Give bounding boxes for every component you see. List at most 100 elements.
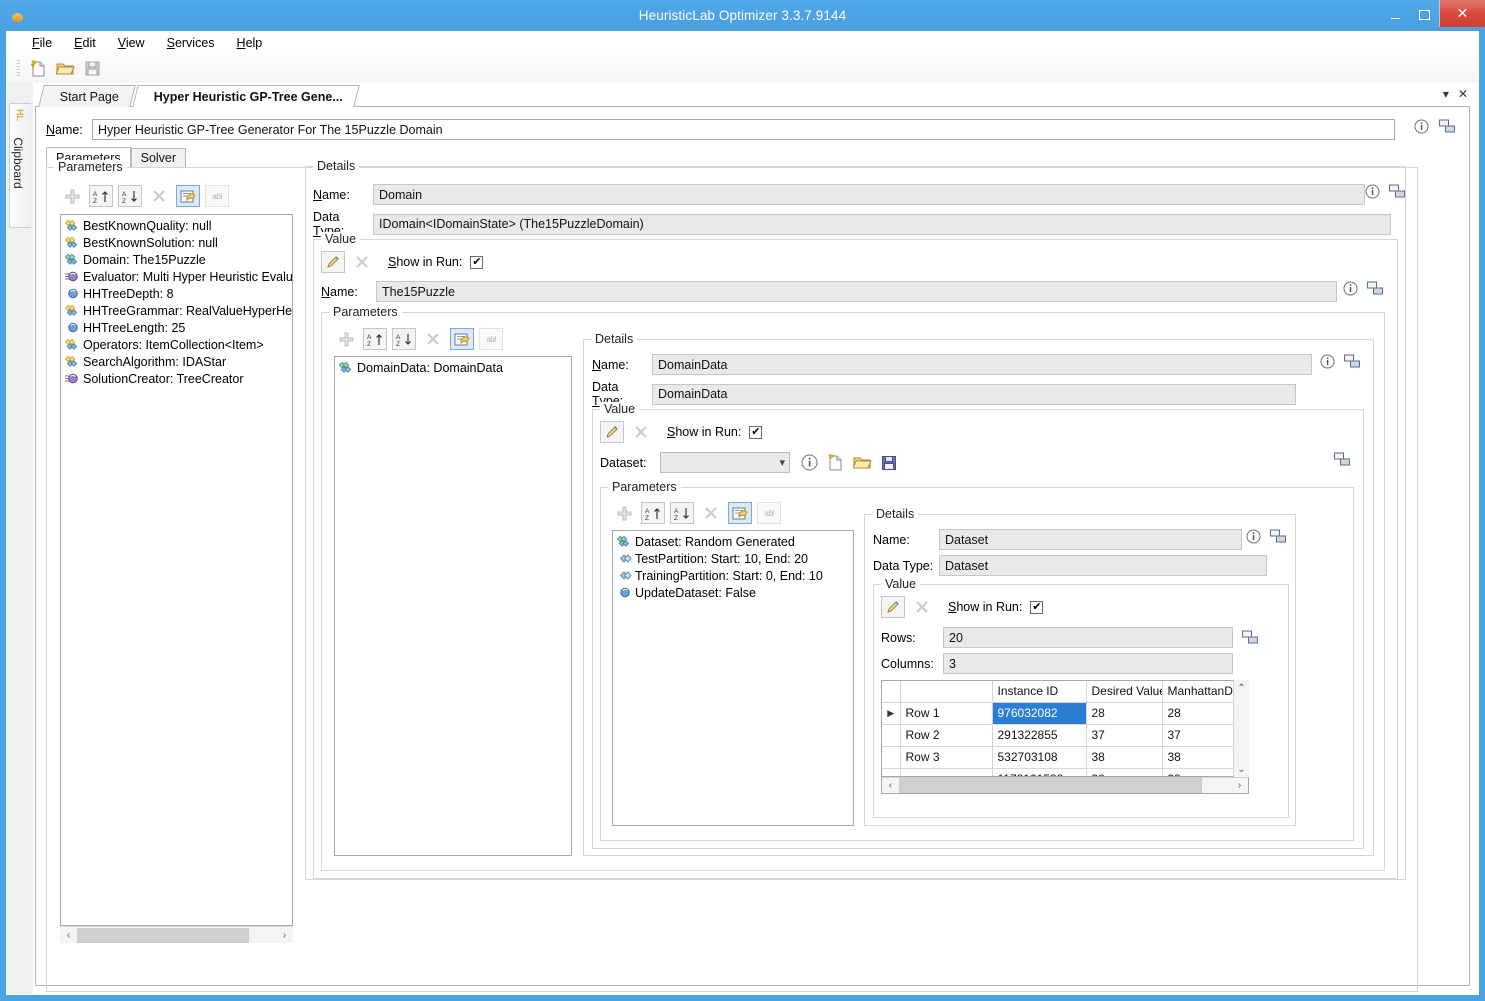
info-icon[interactable] bbox=[1343, 281, 1358, 296]
clear-value-button[interactable] bbox=[350, 251, 374, 273]
tree-node[interactable]: BestKnownSolution: null bbox=[61, 234, 292, 251]
table-cell[interactable]: 38 bbox=[1162, 746, 1240, 769]
column-header[interactable]: Desired Value bbox=[1086, 681, 1163, 703]
scroll-right-icon[interactable]: › bbox=[276, 927, 293, 944]
clipboard-panel-tab[interactable]: HL Clipboard bbox=[9, 103, 31, 228]
show-details-button[interactable] bbox=[176, 185, 200, 207]
rows-input[interactable]: 20 bbox=[943, 627, 1233, 648]
row-header-cell[interactable]: Row 1 bbox=[900, 702, 993, 725]
tree-node[interactable]: Domain: The15Puzzle bbox=[61, 251, 292, 268]
dataset-export-icon[interactable] bbox=[1334, 452, 1351, 467]
sort-descending-button[interactable]: A Z bbox=[392, 328, 416, 350]
show-details-button[interactable] bbox=[728, 502, 752, 524]
export-view-icon[interactable] bbox=[1242, 630, 1259, 645]
rename-abc-button[interactable]: abl bbox=[479, 328, 503, 350]
open-file-icon[interactable] bbox=[52, 57, 78, 81]
table-cell[interactable]: 1178101588 bbox=[992, 768, 1087, 776]
details-l2-name-input[interactable]: DomainData bbox=[652, 354, 1312, 375]
table-row[interactable]: Row 3 532703108 38 38 bbox=[882, 746, 1240, 769]
table-cell[interactable]: 28 bbox=[1086, 702, 1163, 725]
show-in-run-l3-checkbox[interactable]: ✔ bbox=[1030, 600, 1044, 614]
sort-descending-button[interactable]: A Z bbox=[670, 502, 694, 524]
new-file-icon[interactable] bbox=[25, 57, 51, 81]
info-icon[interactable] bbox=[1414, 119, 1429, 134]
edit-value-button[interactable] bbox=[881, 596, 905, 618]
table-cell[interactable]: 532703108 bbox=[992, 746, 1087, 769]
scroll-left-icon[interactable]: ‹ bbox=[60, 927, 77, 944]
table-cell[interactable]: 37 bbox=[1162, 724, 1240, 747]
tree-node[interactable]: SolutionCreator: TreeCreator bbox=[61, 370, 292, 387]
clear-value-button[interactable] bbox=[910, 596, 934, 618]
sort-descending-button[interactable]: A Z bbox=[118, 185, 142, 207]
value-l1-name-input[interactable]: The15Puzzle bbox=[376, 281, 1337, 302]
table-cell[interactable]: 291322855 bbox=[992, 724, 1087, 747]
menu-file[interactable]: File bbox=[21, 34, 63, 52]
column-header[interactable]: Instance ID bbox=[992, 681, 1087, 703]
tree-node[interactable]: DomainData: DomainData bbox=[335, 359, 571, 376]
menu-edit[interactable]: Edit bbox=[63, 34, 107, 52]
scroll-left-icon[interactable]: ‹ bbox=[882, 777, 899, 794]
info-icon[interactable] bbox=[1365, 184, 1380, 199]
export-view-icon[interactable] bbox=[1270, 529, 1287, 544]
table-cell[interactable]: 976032082 bbox=[992, 702, 1087, 725]
details-l3-name-input[interactable]: Dataset bbox=[939, 529, 1242, 550]
add-parameter-button[interactable] bbox=[612, 502, 636, 524]
edit-value-button[interactable] bbox=[321, 251, 345, 273]
tab-solver[interactable]: Solver bbox=[130, 148, 187, 167]
info-icon[interactable] bbox=[1246, 529, 1261, 544]
menu-view[interactable]: View bbox=[107, 34, 156, 52]
add-parameter-button[interactable] bbox=[334, 328, 358, 350]
tree-node[interactable]: TestPartition: Start: 10, End: 20 bbox=[613, 550, 853, 567]
row-header-cell[interactable] bbox=[900, 768, 993, 776]
sort-ascending-button[interactable]: A Z bbox=[641, 502, 665, 524]
remove-parameter-button[interactable] bbox=[421, 328, 445, 350]
row-header-cell[interactable]: Row 3 bbox=[900, 746, 993, 769]
edit-value-button[interactable] bbox=[600, 421, 624, 443]
columns-input[interactable]: 3 bbox=[943, 653, 1233, 674]
open-dataset-icon[interactable] bbox=[853, 454, 872, 471]
tab-start-page[interactable]: Start Page bbox=[38, 85, 136, 107]
rename-abc-button[interactable]: abl bbox=[757, 502, 781, 524]
tree-node[interactable]: SearchAlgorithm: IDAStar bbox=[61, 353, 292, 370]
show-details-button[interactable] bbox=[450, 328, 474, 350]
menu-help[interactable]: Help bbox=[226, 34, 274, 52]
info-icon[interactable] bbox=[801, 454, 818, 471]
show-in-run-l2-checkbox[interactable]: ✔ bbox=[749, 425, 763, 439]
save-file-icon[interactable] bbox=[79, 57, 105, 81]
sort-ascending-button[interactable]: A Z bbox=[363, 328, 387, 350]
hscroll-thumb[interactable] bbox=[77, 927, 249, 943]
scroll-up-icon[interactable]: ⌃ bbox=[1237, 680, 1245, 696]
scroll-down-icon[interactable]: ⌄ bbox=[1237, 761, 1245, 777]
column-header[interactable]: ManhattanDistance bbox=[1162, 681, 1240, 703]
table-cell[interactable]: 28 bbox=[1162, 702, 1240, 725]
column-header[interactable] bbox=[900, 681, 993, 703]
toolbar-grip[interactable] bbox=[17, 59, 20, 78]
tree-node[interactable]: HHTreeDepth: 8 bbox=[61, 285, 292, 302]
table-row[interactable]: Row 2 291322855 37 37 bbox=[882, 724, 1240, 747]
remove-parameter-button[interactable] bbox=[147, 185, 171, 207]
item-name-input[interactable]: Hyper Heuristic GP-Tree Generator For Th… bbox=[92, 119, 1395, 140]
table-cell[interactable]: 38 bbox=[1162, 768, 1240, 776]
remove-parameter-button[interactable] bbox=[699, 502, 723, 524]
hscroll-thumb[interactable] bbox=[899, 778, 1202, 793]
tree-node[interactable]: TrainingPartition: Start: 0, End: 10 bbox=[613, 567, 853, 584]
dataset-grid-vscroll[interactable]: ⌃ ⌄ bbox=[1233, 680, 1249, 777]
save-dataset-icon[interactable] bbox=[881, 455, 897, 471]
tree-node[interactable]: Evaluator: Multi Hyper Heuristic Evaluat… bbox=[61, 268, 292, 285]
rename-abc-button[interactable]: abl bbox=[205, 185, 229, 207]
info-icon[interactable] bbox=[1320, 354, 1335, 369]
tree-node[interactable]: BestKnownQuality: null bbox=[61, 217, 292, 234]
tree-node[interactable]: HHTreeGrammar: RealValueHyperHeuristicGr… bbox=[61, 302, 292, 319]
maximize-button[interactable] bbox=[1410, 4, 1439, 26]
scroll-right-icon[interactable]: › bbox=[1231, 777, 1248, 794]
table-cell[interactable]: 38 bbox=[1086, 768, 1163, 776]
dataset-grid-hscroll[interactable]: ‹ › bbox=[881, 777, 1249, 794]
table-cell[interactable]: 38 bbox=[1086, 746, 1163, 769]
dataset-grid[interactable]: Instance IDDesired ValueManhattanDistanc… bbox=[881, 680, 1241, 777]
tree-node[interactable]: Dataset: Random Generated bbox=[613, 533, 853, 550]
tab-close-icon[interactable]: ✕ bbox=[1458, 87, 1468, 101]
parameters-tree-l1[interactable]: BestKnownQuality: null BestKnownSolution:… bbox=[60, 214, 293, 926]
parameters-tree-l2[interactable]: DomainData: DomainData bbox=[334, 356, 572, 856]
tree-node[interactable]: Operators: ItemCollection<Item> bbox=[61, 336, 292, 353]
show-in-run-l1-checkbox[interactable]: ✔ bbox=[470, 255, 484, 269]
